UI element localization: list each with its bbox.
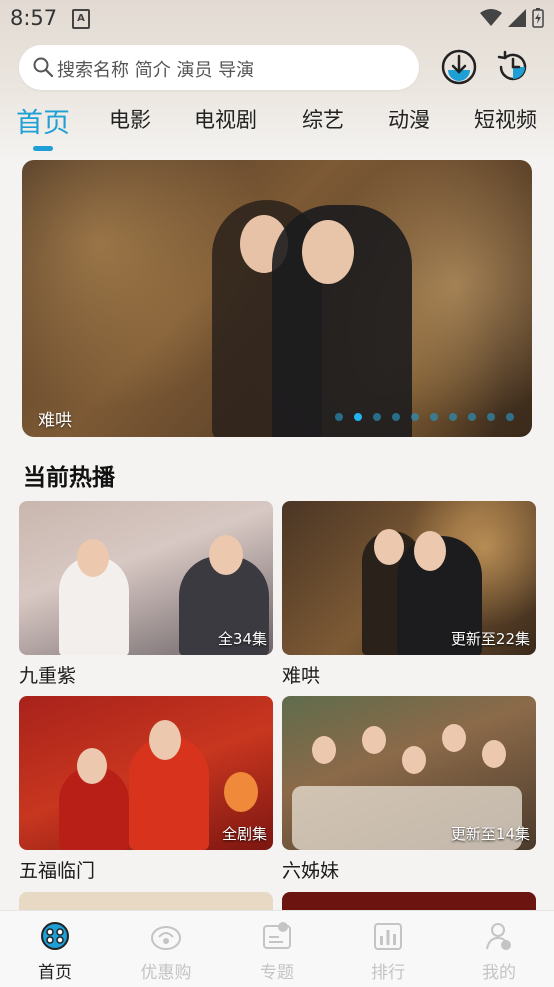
nav-label: 我的 — [482, 963, 516, 983]
tab-tv-series[interactable]: 电视剧 — [194, 104, 257, 134]
episode-badge: 全剧集 — [221, 825, 267, 843]
show-card-partial[interactable] — [282, 892, 536, 912]
show-title: 六姊妹 — [282, 860, 340, 882]
search-placeholder: 搜索名称 简介 演员 导演 — [57, 60, 255, 81]
show-poster: 更新至22集 — [282, 501, 536, 655]
episode-badge: 更新至22集 — [450, 630, 530, 648]
profile-icon — [486, 923, 511, 950]
wifi-icon — [480, 9, 502, 26]
banner-title: 难哄 — [38, 411, 72, 431]
category-tabs: 首页 电影 电视剧 综艺 动漫 短视频 — [0, 104, 554, 144]
tab-home[interactable]: 首页 — [16, 101, 70, 140]
bottom-navigation: 首页 优惠购 专题 排行 我的 — [0, 910, 554, 987]
show-poster: 全剧集 — [19, 696, 273, 850]
show-card-partial[interactable] — [19, 892, 273, 912]
carousel-dot[interactable] — [449, 413, 457, 421]
history-icon — [497, 50, 527, 81]
show-card[interactable]: 更新至22集 难哄 — [282, 501, 536, 688]
signal-icon — [508, 9, 526, 27]
carousel-dot[interactable] — [373, 413, 381, 421]
download-button[interactable] — [440, 48, 478, 86]
carousel-dot[interactable] — [506, 413, 514, 421]
nav-label: 专题 — [260, 963, 294, 983]
notification-icon: A — [72, 9, 90, 29]
battery-icon — [532, 8, 544, 28]
show-title: 难哄 — [282, 665, 321, 687]
section-title: 当前热播 — [23, 465, 115, 491]
episode-badge: 更新至14集 — [450, 825, 530, 843]
show-card[interactable]: 全剧集 五福临门 — [19, 696, 273, 883]
show-card[interactable]: 更新至14集 六姊妹 — [282, 696, 536, 883]
show-poster: 全34集 — [19, 501, 273, 655]
show-title: 五福临门 — [19, 860, 96, 882]
search-input[interactable]: 搜索名称 简介 演员 导演 — [19, 45, 419, 90]
nav-home[interactable]: 首页 — [15, 921, 95, 983]
nav-shopping[interactable]: 优惠购 — [126, 921, 206, 983]
carousel-indicator — [335, 413, 514, 421]
status-time: 8:57 — [10, 6, 58, 30]
system-icons — [480, 8, 544, 28]
shopping-icon — [151, 926, 181, 950]
carousel-dot[interactable] — [487, 413, 495, 421]
tab-variety[interactable]: 综艺 — [302, 104, 344, 134]
status-bar: 8:57 A — [0, 0, 554, 36]
carousel-dot[interactable] — [430, 413, 438, 421]
nav-topics[interactable]: 专题 — [237, 921, 317, 983]
nav-ranking[interactable]: 排行 — [348, 921, 428, 983]
nav-label: 优惠购 — [140, 963, 192, 983]
topic-icon — [263, 922, 291, 949]
home-icon — [41, 922, 69, 950]
carousel-dot[interactable] — [392, 413, 400, 421]
search-icon — [33, 57, 53, 77]
carousel-dot[interactable] — [335, 413, 343, 421]
tab-movies[interactable]: 电影 — [109, 104, 151, 134]
episode-badge: 全34集 — [217, 630, 267, 648]
ranking-icon — [374, 923, 402, 950]
show-title: 九重紫 — [19, 665, 77, 687]
carousel-dot-active[interactable] — [354, 413, 362, 421]
banner-poster-face — [302, 220, 354, 284]
active-tab-indicator — [33, 146, 53, 151]
banner-carousel[interactable]: 难哄 — [22, 160, 532, 437]
carousel-dot[interactable] — [468, 413, 476, 421]
nav-label: 首页 — [38, 963, 72, 983]
show-card[interactable]: 全34集 九重紫 — [19, 501, 273, 688]
download-icon — [441, 49, 477, 85]
nav-label: 排行 — [371, 963, 405, 983]
tab-anime[interactable]: 动漫 — [388, 104, 430, 134]
history-button[interactable] — [494, 48, 532, 86]
tab-short-video[interactable]: 短视频 — [474, 104, 537, 134]
carousel-dot[interactable] — [411, 413, 419, 421]
show-poster: 更新至14集 — [282, 696, 536, 850]
nav-profile[interactable]: 我的 — [459, 921, 539, 983]
